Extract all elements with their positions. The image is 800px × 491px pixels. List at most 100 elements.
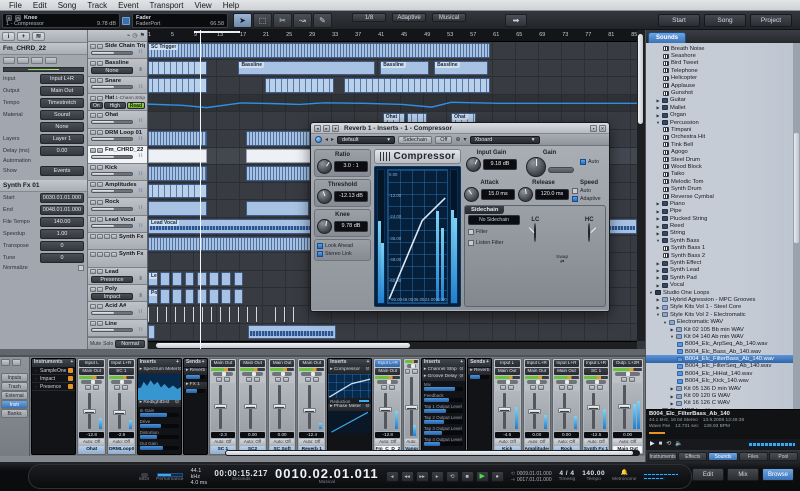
swap-label[interactable]: Swap ⇄ — [556, 255, 568, 265]
collapsed-arrow-icon[interactable]: ▶ — [670, 401, 674, 406]
solo-button[interactable] — [253, 377, 260, 382]
tree-item[interactable]: ▶ Kit 09 120 G WAV — [646, 392, 800, 399]
plugin-window[interactable]: ◂ ▸ ▾ Reverb 1 - Inserts - 1 - Compresso… — [310, 122, 610, 312]
collapsed-arrow-icon[interactable]: ▶ — [656, 305, 660, 310]
tree-item[interactable]: ▶ Plucked String — [646, 215, 800, 222]
pan-slider[interactable] — [271, 372, 293, 376]
channel-strip-synth-fx-14[interactable]: Input L+RSC 1-12.5Auto: OffSynth Fx 14 — [581, 358, 611, 455]
mixer-bank-inputs-button[interactable]: Inputs — [1, 373, 28, 382]
field-value[interactable]: Sound — [40, 110, 84, 120]
filter-checkbox[interactable]: Filter — [468, 228, 520, 236]
menu-event[interactable]: Event — [113, 1, 143, 10]
inspector-tab[interactable]: i — [2, 32, 15, 41]
clip[interactable] — [148, 166, 207, 181]
mute-button[interactable] — [90, 303, 96, 309]
tree-item[interactable]: ▼ Electromatic WAV — [646, 318, 800, 325]
output-route[interactable]: Main Out — [210, 360, 236, 367]
tree-item[interactable]: Synth Drum — [646, 185, 800, 192]
solo-button[interactable] — [122, 385, 129, 390]
collapsed-arrow-icon[interactable]: ▶ — [656, 231, 660, 236]
track-volume-slider[interactable] — [91, 224, 133, 229]
channel-strip-sc-soft[interactable]: Main Out0.00Auto: OffSC Soft — [267, 358, 297, 455]
track-volume-slider[interactable] — [91, 189, 133, 194]
solo-button[interactable] — [97, 217, 103, 223]
add-insert-button[interactable]: + — [367, 359, 370, 367]
snap-mode-button[interactable]: Adaptive — [392, 13, 426, 22]
arrange-vertical-scrollbar[interactable] — [637, 30, 645, 341]
loop-range[interactable] — [194, 31, 241, 33]
tree-item[interactable]: ▶ String — [646, 230, 800, 237]
clip[interactable] — [172, 289, 183, 304]
param-slider[interactable] — [139, 424, 179, 428]
menu-edit[interactable]: Edit — [28, 1, 52, 10]
clip[interactable] — [148, 78, 207, 93]
fader-zone[interactable] — [404, 375, 418, 438]
output-route[interactable]: Main Out — [375, 368, 401, 375]
add-icon[interactable]: ⊕ — [455, 136, 460, 143]
automation-mode[interactable]: Auto: Off — [524, 439, 550, 445]
fader-value[interactable]: 0.00 — [613, 432, 642, 438]
field-value[interactable]: 1.00 — [40, 229, 84, 239]
clip[interactable] — [148, 201, 207, 216]
collapsed-arrow-icon[interactable]: ▶ — [656, 209, 660, 214]
input-route[interactable]: Input L+R — [554, 360, 579, 367]
tree-item[interactable]: ▶ Kit 02 105 Bb min WAV — [646, 326, 800, 333]
output-route[interactable]: Main Out — [524, 368, 550, 375]
insert-edit-icon[interactable]: ⊙ — [177, 367, 180, 374]
track-volume-slider[interactable] — [91, 328, 133, 333]
automation-mode[interactable]: Auto: Off — [405, 439, 418, 450]
clip[interactable] — [245, 201, 310, 216]
automation-mode[interactable]: Auto: Off — [299, 439, 325, 445]
preview-volume-icon[interactable]: 🔈 — [675, 440, 682, 449]
track-header[interactable]: Acid A# ⌇⌇ — [88, 302, 147, 320]
tree-item[interactable]: ▼ Synth Bass — [646, 237, 800, 244]
fader-value[interactable]: -4.6 — [494, 432, 520, 438]
expanded-arrow-icon[interactable]: ▼ — [656, 312, 660, 317]
field-value[interactable]: 0 — [40, 241, 84, 251]
track-volume-slider[interactable] — [91, 172, 133, 177]
track-mini-button[interactable] — [3, 57, 15, 64]
mute-button[interactable] — [90, 269, 96, 275]
fader-value[interactable]: 0.00 — [240, 432, 265, 438]
tree-item[interactable]: Melodic Tom — [646, 178, 800, 185]
collapsed-arrow-icon[interactable]: ▶ — [670, 394, 674, 399]
channel-strip-ohat[interactable]: Input L Main Out -12.8 Auto: Off Ohat — [77, 358, 106, 455]
mute-button[interactable] — [215, 377, 222, 382]
tree-item[interactable]: Timpani — [646, 126, 800, 133]
insert-slot[interactable]: ▸ Groove Delay ⊙ — [421, 374, 466, 381]
field-value[interactable]: Layer 1 — [40, 134, 84, 144]
pan-slider[interactable] — [110, 380, 132, 384]
fast-forward-button[interactable]: ▸▸ — [415, 471, 429, 482]
tree-item[interactable]: Bird Tweet — [646, 60, 800, 67]
track-mode-dropdown[interactable]: Normal — [115, 339, 145, 348]
tree-item[interactable]: ▶ Pipe — [646, 208, 800, 215]
track-mini-button[interactable] — [17, 57, 29, 64]
tree-item[interactable]: ▼ Kit 04 140 Ab min WAV — [646, 333, 800, 340]
track-volume-slider[interactable] — [91, 310, 133, 315]
track-header[interactable]: Fm_CHRD_22 ⌇⌇ — [88, 146, 147, 164]
mute-label[interactable]: Mute — [90, 341, 101, 347]
sidechain-tab[interactable]: Sidechain — [465, 206, 505, 214]
browser-tab-pool[interactable]: Pool — [768, 451, 799, 461]
track-header[interactable]: Bassline None ⫴ — [88, 59, 147, 77]
clip[interactable] — [265, 78, 334, 93]
instrument-dropdown[interactable]: Impact — [91, 293, 133, 301]
fader-handle[interactable] — [82, 409, 96, 415]
menu-song[interactable]: Song — [53, 1, 82, 10]
fader-value[interactable]: 0.00 — [554, 432, 579, 438]
range-tool[interactable]: ⬚ — [253, 13, 272, 28]
track-header[interactable]: Rock ⌇⌇ — [88, 198, 147, 216]
fader-zone[interactable] — [299, 383, 325, 431]
pan-slider[interactable] — [585, 380, 607, 384]
quantize-value-button[interactable]: 1/8 — [352, 13, 386, 22]
tree-item[interactable]: ▼ Percussion — [646, 119, 800, 126]
ratio-value[interactable]: 3.0 : 1 — [334, 161, 368, 172]
track-volume-slider[interactable] — [91, 137, 133, 142]
tree-item[interactable]: B004_Elc_ArpSeq_Ab_140.wav — [646, 341, 800, 348]
mixer-bank-banks-button[interactable]: Banks — [1, 409, 28, 418]
send-slot[interactable]: ▸ Reverb 1 — [468, 367, 491, 381]
console-view-icon[interactable] — [12, 359, 21, 366]
track-header[interactable]: Lead Presence ⫴ — [88, 267, 147, 286]
tempo-display[interactable]: 140.00 Tempo — [582, 470, 605, 483]
tree-item[interactable]: Telephone — [646, 67, 800, 74]
